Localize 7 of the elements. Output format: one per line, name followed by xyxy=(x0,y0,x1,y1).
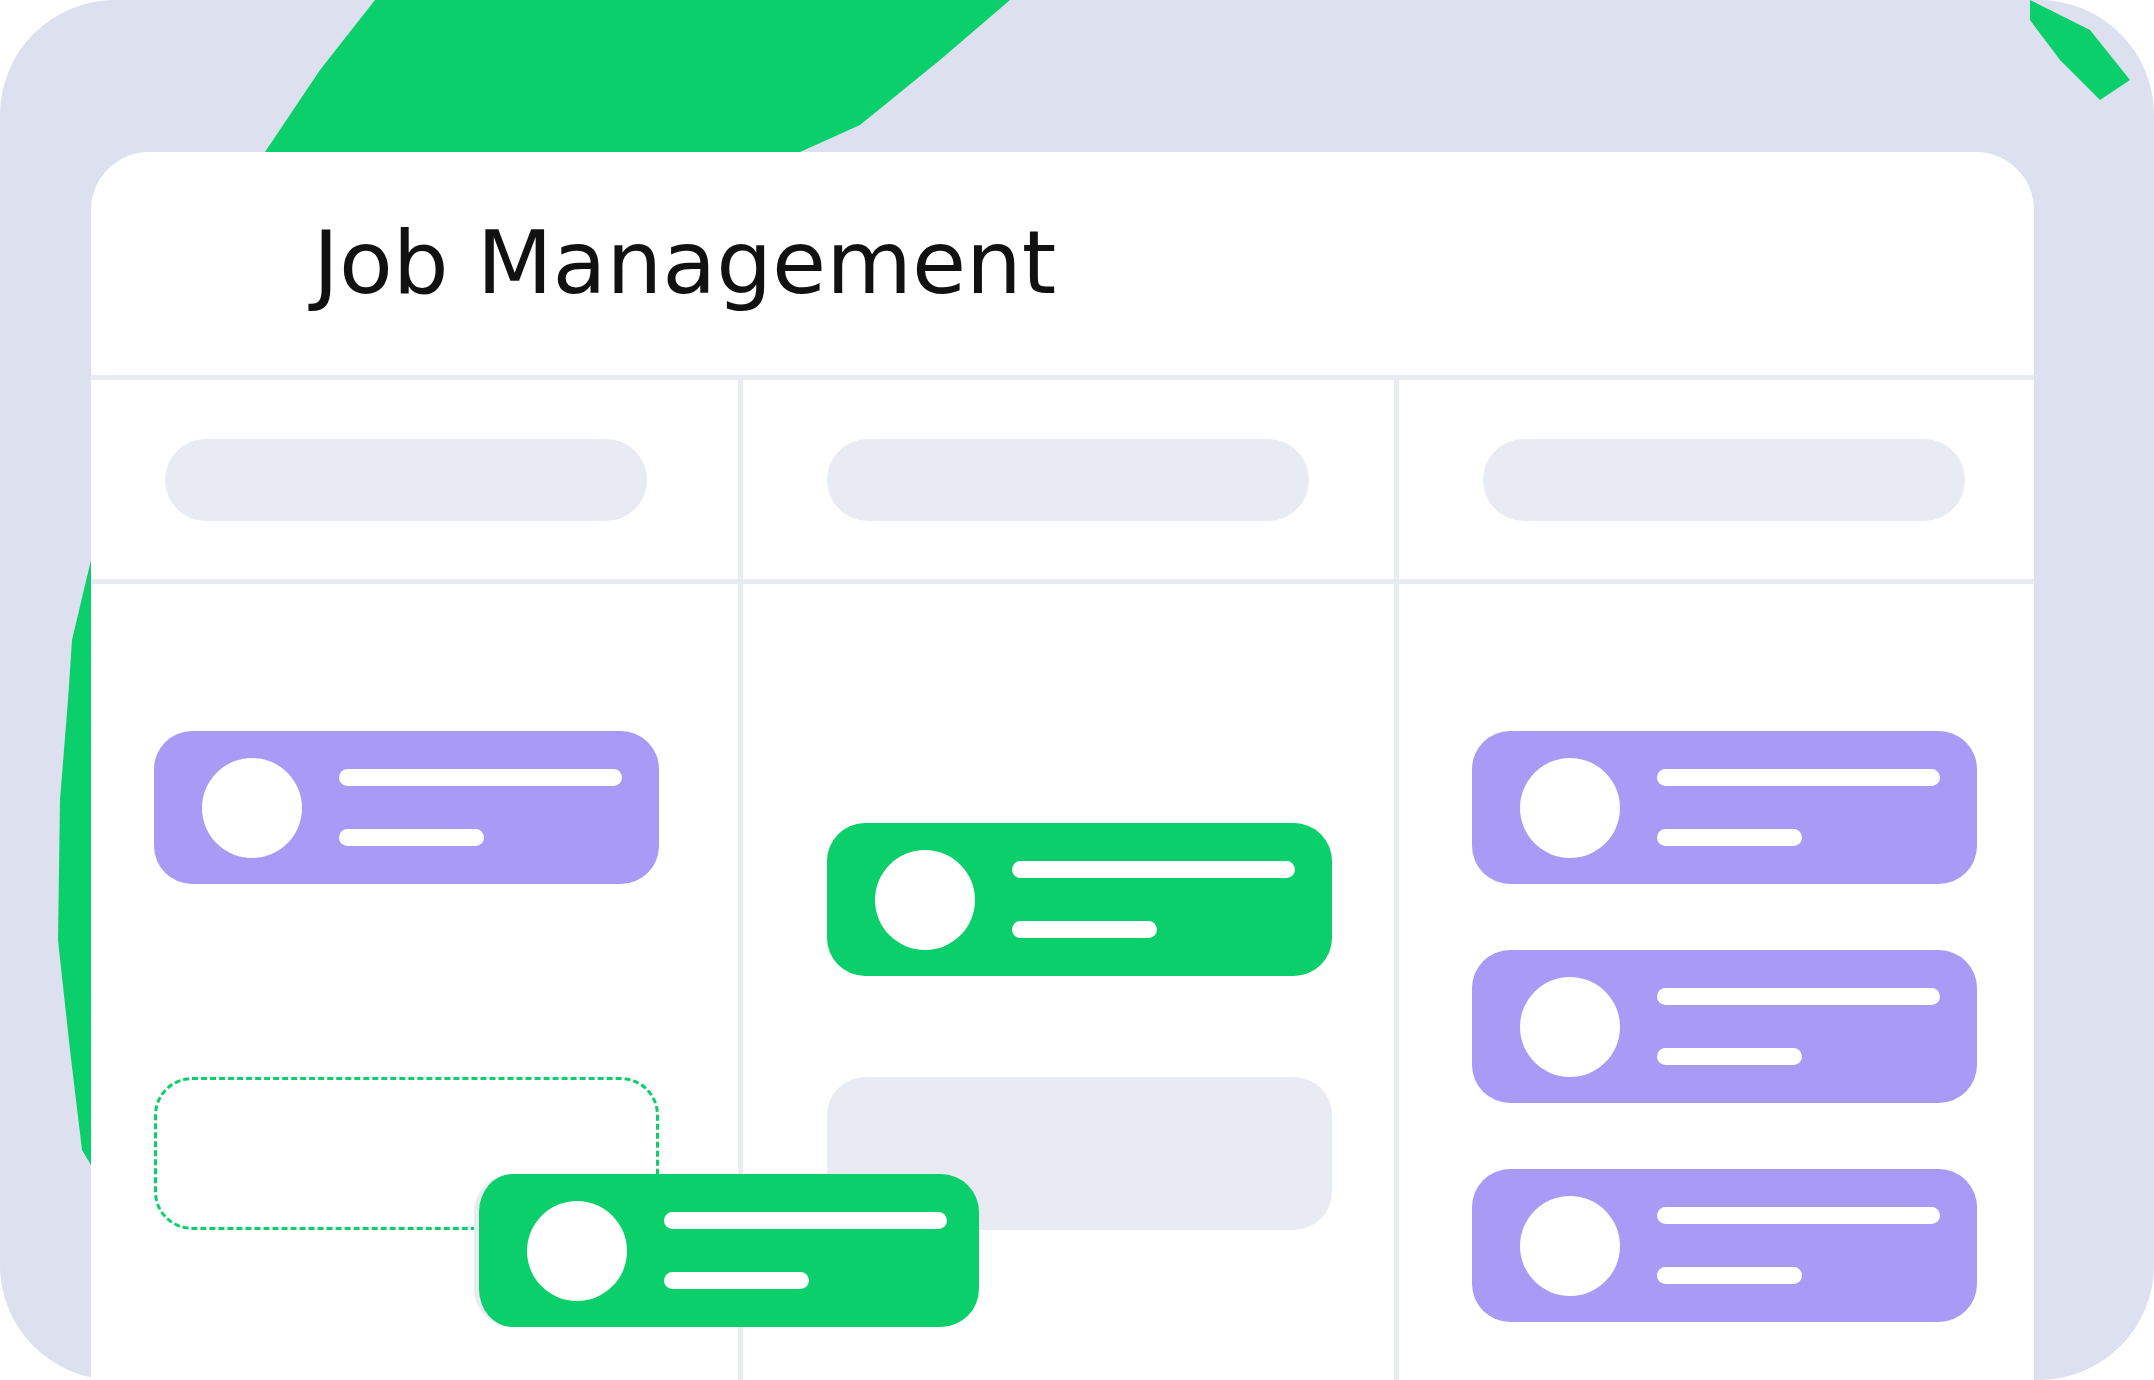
job-card[interactable] xyxy=(1472,731,1977,884)
job-card[interactable] xyxy=(1472,950,1977,1103)
job-card[interactable] xyxy=(154,731,659,884)
job-card[interactable] xyxy=(1472,1169,1977,1322)
board-title: Job Management xyxy=(301,198,1069,329)
job-card[interactable] xyxy=(474,1174,979,1327)
job-card[interactable] xyxy=(827,823,1332,976)
